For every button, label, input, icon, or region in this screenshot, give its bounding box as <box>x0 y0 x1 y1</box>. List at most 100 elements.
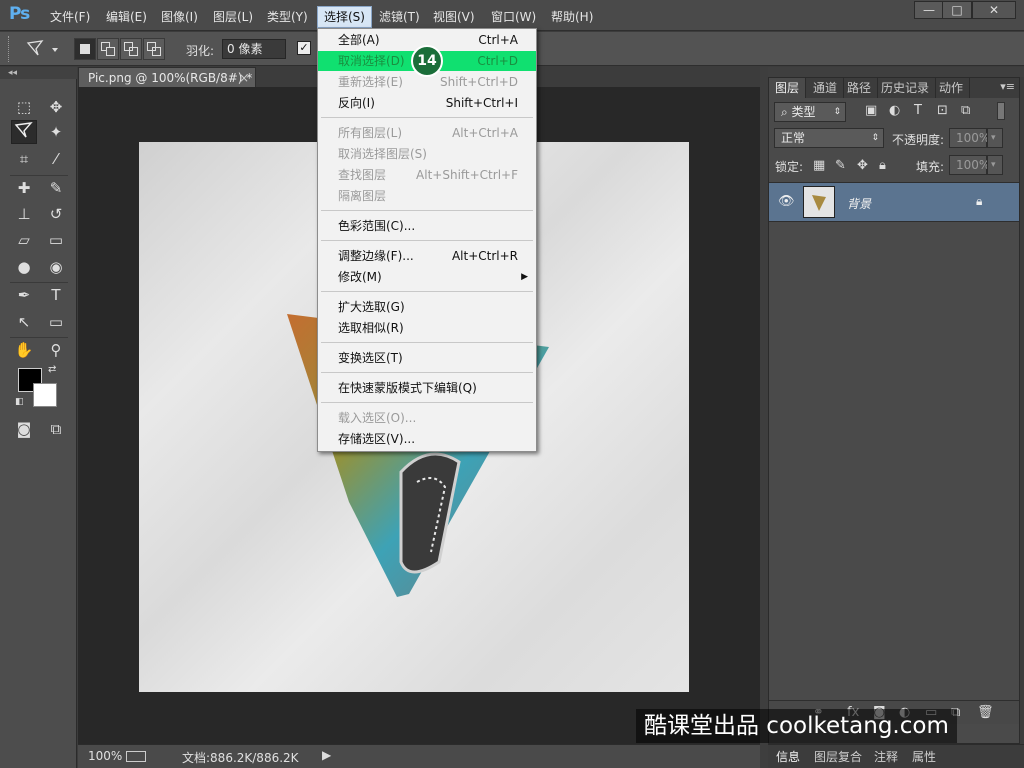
menu-window[interactable]: 窗口(W) <box>485 7 542 27</box>
layer-row-background[interactable]: 👁︎ 背景 🔒︎ <box>769 182 1019 222</box>
dodge-tool-icon[interactable]: ◉ <box>43 255 69 279</box>
subtract-selection-icon[interactable] <box>120 38 142 60</box>
menu-separator <box>321 210 533 211</box>
tab-actions[interactable]: 动作 <box>933 78 971 98</box>
filter-adjustment-icon[interactable]: ◐ <box>889 103 900 118</box>
maximize-button[interactable]: □ <box>942 1 972 19</box>
swap-colors-icon[interactable]: ⇄ <box>48 364 56 375</box>
menu-item-transform-selection[interactable]: 变换选区(T) <box>318 348 536 368</box>
lock-all-icon[interactable]: 🔒︎ <box>879 158 886 173</box>
gradient-tool-icon[interactable]: ▭ <box>43 228 69 252</box>
antialias-checkbox[interactable]: ✓ <box>297 41 311 55</box>
layer-name[interactable]: 背景 <box>847 195 871 212</box>
delete-layer-icon[interactable]: 🗑︎ <box>977 705 994 720</box>
feather-label: 羽化: <box>186 44 215 58</box>
marquee-tool-icon[interactable]: ⬚ <box>11 95 37 119</box>
eyedropper-tool-icon[interactable]: ⁄ <box>43 147 69 171</box>
document-size: 文档:886.2K/886.2K <box>182 751 299 765</box>
filter-pixel-icon[interactable]: ▣ <box>865 103 877 118</box>
menu-type[interactable]: 类型(Y) <box>261 7 314 27</box>
lock-transparent-icon[interactable]: ▦ <box>813 158 825 173</box>
close-button[interactable]: ✕ <box>972 1 1016 19</box>
menu-item-inverse[interactable]: 反向(I) Shift+Ctrl+I <box>318 93 536 113</box>
default-colors-icon[interactable]: ◧ <box>15 397 24 407</box>
new-selection-icon[interactable] <box>74 38 96 60</box>
fill-dropdown-icon[interactable]: ▾ <box>987 155 1003 175</box>
brush-tool-icon[interactable]: ✎ <box>43 176 69 200</box>
tab-info[interactable]: 信息 <box>776 748 800 765</box>
filter-toggle[interactable] <box>997 102 1005 120</box>
tab-layers[interactable]: 图层 <box>769 78 807 98</box>
hand-tool-icon[interactable]: ✋ <box>11 338 37 362</box>
lock-pixels-icon[interactable]: ✎ <box>835 158 846 173</box>
menu-item-save-selection[interactable]: 存储选区(V)... <box>318 429 536 449</box>
path-selection-tool-icon[interactable]: ↖ <box>11 310 37 334</box>
healing-brush-tool-icon[interactable]: ✚ <box>11 176 37 200</box>
menu-file[interactable]: 文件(F) <box>44 7 96 27</box>
lock-position-icon[interactable]: ✥ <box>857 158 868 173</box>
eraser-tool-icon[interactable]: ▱ <box>11 228 37 252</box>
menu-item-quick-mask[interactable]: 在快速蒙版模式下编辑(Q) <box>318 378 536 398</box>
menu-item-color-range[interactable]: 色彩范围(C)... <box>318 216 536 236</box>
opacity-dropdown-icon[interactable]: ▾ <box>987 128 1003 148</box>
add-selection-icon[interactable] <box>97 38 119 60</box>
menu-item-similar[interactable]: 选取相似(R) <box>318 318 536 338</box>
menu-item-all-layers[interactable]: 所有图层(L) Alt+Ctrl+A <box>318 123 536 143</box>
menu-image[interactable]: 图像(I) <box>155 7 204 27</box>
menu-edit[interactable]: 编辑(E) <box>100 7 153 27</box>
tab-paths[interactable]: 路径 <box>841 78 879 98</box>
layer-filter-select[interactable]: ⌕ 类型 ⇕ <box>774 102 846 122</box>
menu-item-reselect[interactable]: 重新选择(E) Shift+Ctrl+D <box>318 72 536 92</box>
zoom-level[interactable]: 100% <box>88 749 122 763</box>
polygonal-lasso-tool-icon[interactable] <box>11 120 37 144</box>
eye-icon[interactable]: 👁︎ <box>778 194 795 209</box>
close-tab-icon[interactable]: × <box>239 68 249 88</box>
clone-stamp-tool-icon[interactable]: ⊥ <box>11 202 37 226</box>
filter-smart-object-icon[interactable]: ⧉ <box>961 103 970 118</box>
menu-item-load-selection[interactable]: 载入选区(O)... <box>318 408 536 428</box>
intersect-selection-icon[interactable] <box>143 38 165 60</box>
tab-history[interactable]: 历史记录 <box>875 78 937 98</box>
menu-item-find-layers[interactable]: 查找图层 Alt+Shift+Ctrl+F <box>318 165 536 185</box>
type-tool-icon[interactable]: T <box>43 283 69 307</box>
tools-collapse-icon[interactable]: ◂◂ <box>0 67 77 79</box>
background-color-swatch[interactable] <box>33 383 57 407</box>
tab-notes[interactable]: 注释 <box>874 748 898 765</box>
filter-type-icon[interactable]: T <box>914 103 922 118</box>
minimize-button[interactable]: — <box>914 1 944 19</box>
panel-top-bar <box>768 67 1024 77</box>
menu-view[interactable]: 视图(V) <box>427 7 481 27</box>
menu-layer[interactable]: 图层(L) <box>207 7 259 27</box>
history-brush-tool-icon[interactable]: ↺ <box>43 202 69 226</box>
screen-mode-icon[interactable]: ⧉ <box>43 417 69 441</box>
menu-filter[interactable]: 滤镜(T) <box>373 7 426 27</box>
crop-tool-icon[interactable]: ⌗ <box>11 147 37 171</box>
tab-channels[interactable]: 通道 <box>807 78 845 98</box>
blend-mode-select[interactable]: 正常 ⇕ <box>774 128 884 148</box>
menu-select[interactable]: 选择(S) <box>317 6 372 28</box>
menu-item-refine-edge[interactable]: 调整边缘(F)... Alt+Ctrl+R <box>318 246 536 266</box>
document-tab[interactable]: Pic.png @ 100%(RGB/8#) * × <box>78 67 256 87</box>
opacity-input[interactable]: 100% <box>949 128 990 148</box>
polygonal-lasso-preset-icon[interactable] <box>24 38 64 60</box>
tab-layer-comps[interactable]: 图层复合 <box>814 748 862 765</box>
status-menu-arrow-icon[interactable]: ▶ <box>322 748 331 762</box>
menu-item-modify[interactable]: 修改(M) ▶ <box>318 267 536 287</box>
panel-menu-icon[interactable]: ▾≡ <box>1000 80 1015 93</box>
quick-mask-icon[interactable]: ◙ <box>11 417 37 441</box>
filter-shape-icon[interactable]: ⊡ <box>937 103 948 118</box>
rectangle-tool-icon[interactable]: ▭ <box>43 310 69 334</box>
fill-input[interactable]: 100% <box>949 155 990 175</box>
pen-tool-icon[interactable]: ✒ <box>11 283 37 307</box>
menu-item-grow[interactable]: 扩大选取(G) <box>318 297 536 317</box>
menu-item-deselect-layers[interactable]: 取消选择图层(S) <box>318 144 536 164</box>
menu-item-deselect[interactable]: 取消选择(D) Ctrl+D 14 <box>318 45 536 77</box>
zoom-tool-icon[interactable]: ⚲ <box>43 338 69 362</box>
menu-help[interactable]: 帮助(H) <box>545 7 599 27</box>
menu-item-isolate-layers[interactable]: 隔离图层 <box>318 186 536 206</box>
magic-wand-tool-icon[interactable]: ✦ <box>43 120 69 144</box>
feather-input[interactable]: 0 像素 <box>222 39 286 59</box>
move-tool-icon[interactable]: ✥ <box>43 95 69 119</box>
blur-tool-icon[interactable]: ● <box>11 255 37 279</box>
tab-properties[interactable]: 属性 <box>912 748 936 765</box>
